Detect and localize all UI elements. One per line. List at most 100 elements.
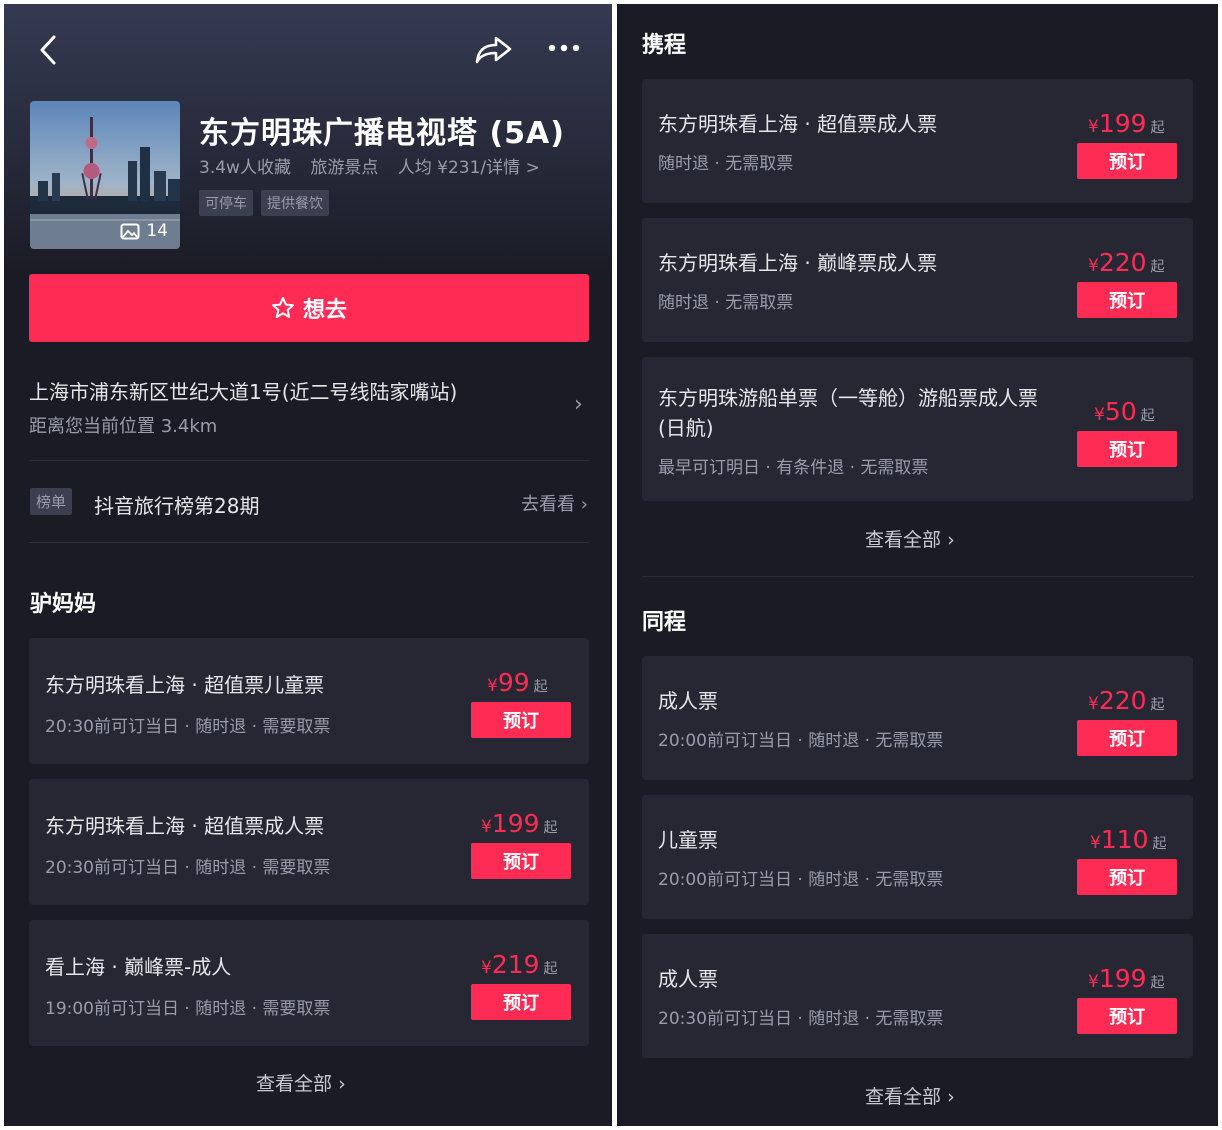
book-button[interactable]: 预订 xyxy=(1077,431,1177,467)
see-all-label: 查看全部 xyxy=(865,529,942,551)
ticket-name: 东方明珠看上海 · 超值票成人票 xyxy=(45,814,325,838)
price-from-label: 起 xyxy=(543,820,558,836)
ticket-card[interactable]: 东方明珠看上海 · 超值票儿童票 20:30前可订当日 · 随时退 · 需要取票… xyxy=(29,638,589,764)
ticket-card[interactable]: 成人票 20:30前可订当日 · 随时退 · 无需取票 ¥199 起 预订 xyxy=(642,934,1193,1058)
ticket-price: ¥220 起 xyxy=(1088,248,1165,277)
price-from-label: 起 xyxy=(1150,697,1165,713)
price-from-label: 起 xyxy=(1140,408,1155,424)
ticket-sub: 20:00前可订当日 · 随时退 · 无需取票 xyxy=(658,731,944,751)
ticket-name: 东方明珠看上海 · 超值票儿童票 xyxy=(45,673,325,697)
ticket-price: ¥199 起 xyxy=(481,809,558,838)
ticket-sub: 20:30前可订当日 · 随时退 · 需要取票 xyxy=(45,717,331,737)
poi-title: 东方明珠广播电视塔 (5A) xyxy=(199,116,565,151)
see-all-label: 查看全部 xyxy=(865,1086,942,1108)
book-button[interactable]: 预订 xyxy=(471,843,571,879)
currency-symbol: ¥ xyxy=(1088,117,1099,137)
price-from-label: 起 xyxy=(1150,120,1165,136)
price-value: 220 xyxy=(1098,686,1147,715)
distance-text: 距离您当前位置 3.4km xyxy=(29,416,218,437)
book-button[interactable]: 预订 xyxy=(471,702,571,738)
see-all-label: 查看全部 xyxy=(256,1073,333,1095)
ticket-sub: 19:00前可订当日 · 随时退 · 需要取票 xyxy=(45,999,331,1019)
share-icon[interactable] xyxy=(472,32,516,68)
ticket-card[interactable]: 东方明珠游船单票（一等舱）游船票成人票 (日航) 最早可订明日 · 有条件退 ·… xyxy=(642,357,1193,501)
address-text[interactable]: 上海市浦东新区世纪大道1号(近二号线陆家嘴站) xyxy=(29,376,457,405)
book-button[interactable]: 预订 xyxy=(1077,859,1177,895)
ticket-sub: 20:00前可订当日 · 随时退 · 无需取票 xyxy=(658,870,944,890)
tag-dining: 提供餐饮 xyxy=(261,190,329,216)
ticket-sub: 20:30前可订当日 · 随时退 · 无需取票 xyxy=(658,1009,944,1029)
chevron-right-icon: › xyxy=(338,1073,346,1095)
see-all-link[interactable]: 查看全部 › xyxy=(865,525,955,552)
section-title-ctrip: 携程 xyxy=(642,33,687,58)
rank-go-label: 去看看 xyxy=(521,494,576,515)
currency-symbol: ¥ xyxy=(487,676,498,696)
ticket-price: ¥110 起 xyxy=(1090,825,1167,854)
price-from-label: 起 xyxy=(1152,836,1167,852)
ticket-name: 看上海 · 巅峰票-成人 xyxy=(45,955,232,979)
ticket-card[interactable]: 东方明珠看上海 · 巅峰票成人票 随时退 · 无需取票 ¥220 起 预订 xyxy=(642,218,1193,342)
ticket-name: 东方明珠看上海 · 超值票成人票 xyxy=(658,112,938,136)
left-screen: 14 东方明珠广播电视塔 (5A) 3.4w人收藏 旅游景点 人均 ¥231/详… xyxy=(4,4,612,1126)
currency-symbol: ¥ xyxy=(1090,833,1101,853)
more-icon[interactable] xyxy=(544,38,584,58)
photo-count-label: 14 xyxy=(146,221,168,241)
currency-symbol: ¥ xyxy=(1088,972,1099,992)
back-icon[interactable] xyxy=(32,32,64,68)
price-value: 219 xyxy=(491,950,540,979)
see-all-link[interactable]: 查看全部 › xyxy=(256,1069,346,1096)
currency-symbol: ¥ xyxy=(1088,256,1099,276)
book-button[interactable]: 预订 xyxy=(1077,998,1177,1034)
ticket-sub: 随时退 · 无需取票 xyxy=(658,293,794,313)
price-value: 50 xyxy=(1104,397,1137,426)
divider xyxy=(29,542,589,543)
chevron-right-icon: › xyxy=(947,529,955,551)
avg-price-link[interactable]: 人均 ¥231/详情 > xyxy=(398,158,540,178)
poi-photo[interactable]: 14 xyxy=(30,101,180,249)
ticket-price: ¥99 起 xyxy=(487,668,548,697)
book-button[interactable]: 预订 xyxy=(1077,282,1177,318)
ticket-card[interactable]: 儿童票 20:00前可订当日 · 随时退 · 无需取票 ¥110 起 预订 xyxy=(642,795,1193,919)
price-from-label: 起 xyxy=(533,679,548,695)
chevron-right-icon: › xyxy=(580,494,588,515)
price-value: 99 xyxy=(497,668,530,697)
divider xyxy=(642,576,1193,577)
currency-symbol: ¥ xyxy=(481,817,492,837)
rank-go-link[interactable]: 去看看 › xyxy=(521,490,588,516)
rank-title[interactable]: 抖音旅行榜第28期 xyxy=(94,490,259,519)
ticket-price: ¥219 起 xyxy=(481,950,558,979)
want-to-go-button[interactable]: 想去 xyxy=(29,274,589,342)
ticket-name: 儿童票 xyxy=(658,828,718,852)
price-from-label: 起 xyxy=(543,961,558,977)
poi-tags: 可停车 提供餐饮 xyxy=(199,190,329,216)
ticket-card[interactable]: 东方明珠看上海 · 超值票成人票 20:30前可订当日 · 随时退 · 需要取票… xyxy=(29,779,589,905)
currency-symbol: ¥ xyxy=(1088,694,1099,714)
ticket-name: 成人票 xyxy=(658,967,718,991)
ticket-sub: 随时退 · 无需取票 xyxy=(658,154,794,174)
see-all-link[interactable]: 查看全部 › xyxy=(865,1082,955,1109)
price-from-label: 起 xyxy=(1150,975,1165,991)
ticket-price: ¥199 起 xyxy=(1088,109,1165,138)
star-icon xyxy=(271,297,294,318)
price-value: 199 xyxy=(491,809,540,838)
section-title-tongcheng: 同程 xyxy=(642,610,687,635)
ticket-name: 东方明珠看上海 · 巅峰票成人票 xyxy=(658,251,938,275)
address-chevron-icon[interactable]: › xyxy=(574,392,583,417)
book-button[interactable]: 预订 xyxy=(1077,143,1177,179)
right-screen: 携程 东方明珠看上海 · 超值票成人票 随时退 · 无需取票 ¥199 起 预订 … xyxy=(617,4,1218,1126)
tag-parking: 可停车 xyxy=(199,190,253,216)
price-from-label: 起 xyxy=(1150,259,1165,275)
book-button[interactable]: 预订 xyxy=(1077,720,1177,756)
want-to-go-label: 想去 xyxy=(302,298,347,323)
poi-meta: 3.4w人收藏 旅游景点 人均 ¥231/详情 > xyxy=(199,153,554,178)
divider xyxy=(29,460,589,461)
ticket-card[interactable]: 成人票 20:00前可订当日 · 随时退 · 无需取票 ¥220 起 预订 xyxy=(642,656,1193,780)
ticket-card[interactable]: 看上海 · 巅峰票-成人 19:00前可订当日 · 随时退 · 需要取票 ¥21… xyxy=(29,920,589,1046)
ticket-price: ¥220 起 xyxy=(1088,686,1165,715)
rank-badge: 榜单 xyxy=(30,488,73,515)
image-icon xyxy=(120,223,140,239)
book-button[interactable]: 预订 xyxy=(471,984,571,1020)
ticket-card[interactable]: 东方明珠看上海 · 超值票成人票 随时退 · 无需取票 ¥199 起 预订 xyxy=(642,79,1193,203)
ticket-name: 东方明珠游船单票（一等舱）游船票成人票 (日航) xyxy=(658,386,1038,440)
price-value: 199 xyxy=(1098,109,1147,138)
